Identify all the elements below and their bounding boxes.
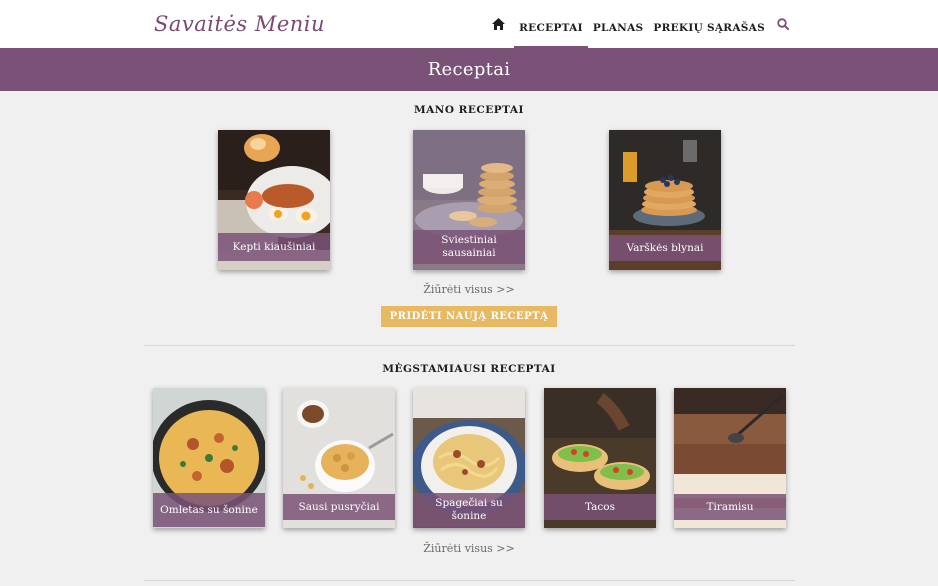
nav-item-receptai[interactable]: RECEPTAI xyxy=(514,0,588,48)
site-logo[interactable]: Savaitės Meniu xyxy=(154,12,325,36)
page-title: Receptai xyxy=(0,48,938,91)
add-new-recipe-button[interactable]: PRIDĖTI NAUJĄ RECEPTĄ xyxy=(381,306,557,327)
recipe-card[interactable]: Kepti kiaušiniai xyxy=(218,130,330,270)
recipe-card[interactable]: Tiramisu xyxy=(674,388,786,528)
nav-item-planas[interactable]: PLANAS xyxy=(588,0,649,48)
recipe-card-label: Tacos xyxy=(544,494,656,520)
recipe-card-label: Sausi pusryčiai xyxy=(283,494,395,520)
see-all-link[interactable]: Žiūrėti visus >> xyxy=(0,283,938,296)
see-all-link[interactable]: Žiūrėti visus >> xyxy=(0,542,938,555)
section-divider xyxy=(144,345,795,346)
main-nav: RECEPTAI PLANAS PREKIŲ SĄRAŠAS xyxy=(490,0,790,48)
recipe-card[interactable]: Sausi pusryčiai xyxy=(283,388,395,528)
my-recipes-title: MANO RECEPTAI xyxy=(414,104,524,116)
recipe-card[interactable]: Varškės blynai xyxy=(609,130,721,270)
favorite-recipes-title: MĖGSTAMIAUSI RECEPTAI xyxy=(382,363,556,375)
home-icon[interactable] xyxy=(490,16,506,32)
recipe-card[interactable]: Omletas su šonine xyxy=(153,388,265,528)
recipe-card[interactable]: Tacos xyxy=(544,388,656,528)
nav-item-prekiu-sarasas[interactable]: PREKIŲ SĄRAŠAS xyxy=(648,0,770,48)
recipe-card-label: Kepti kiaušiniai xyxy=(218,233,330,261)
section-divider xyxy=(144,580,795,581)
recipe-card-label: Sviestiniai sausainiai xyxy=(413,230,525,264)
top-navigation-bar: Savaitės Meniu RECEPTAI PLANAS PREKIŲ SĄ… xyxy=(0,0,938,48)
recipe-card[interactable]: Sviestiniai sausainiai xyxy=(413,130,525,270)
search-icon[interactable] xyxy=(776,17,790,31)
recipe-card-label: Varškės blynai xyxy=(609,235,721,261)
recipe-card-label: Tiramisu xyxy=(674,494,786,520)
recipe-card-label: Omletas su šonine xyxy=(153,493,265,527)
recipe-card-label: Spagečiai su šonine xyxy=(413,493,525,527)
recipe-card[interactable]: Spagečiai su šonine xyxy=(413,388,525,528)
